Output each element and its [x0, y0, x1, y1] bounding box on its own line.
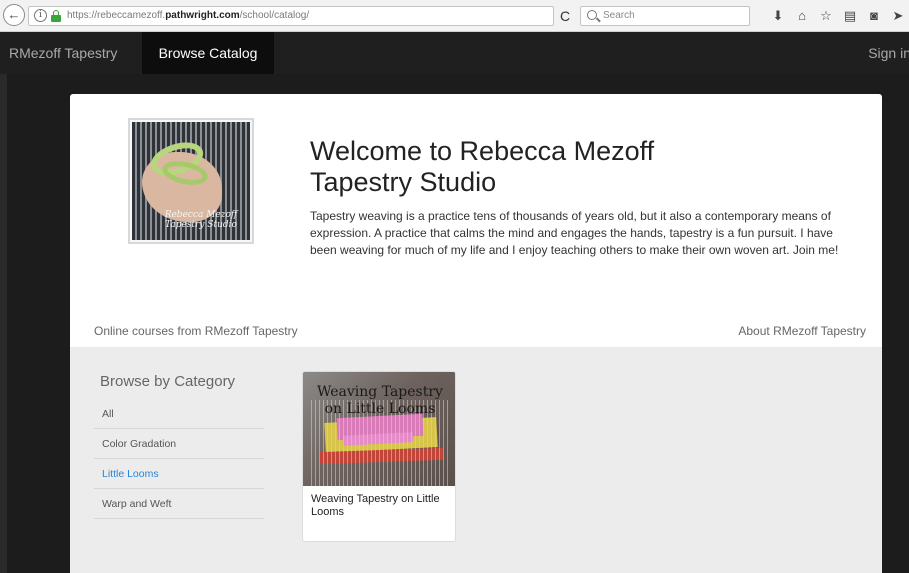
url-prefix: https://rebeccamezoff. — [67, 10, 166, 21]
category-color-gradation[interactable]: Color Gradation — [94, 429, 264, 459]
home-icon[interactable]: ⌂ — [794, 7, 810, 25]
category-little-looms[interactable]: Little Looms — [94, 459, 264, 489]
browser-search-input[interactable]: Search — [580, 6, 750, 26]
school-logo: Rebecca Mezoff Tapestry Studio — [128, 118, 254, 244]
category-all[interactable]: All — [94, 399, 264, 429]
pocket-icon[interactable]: ◙ — [866, 7, 882, 25]
reload-icon[interactable]: C — [557, 7, 573, 25]
lock-icon — [51, 10, 61, 22]
sign-in-link[interactable]: Sign in — [868, 32, 909, 74]
search-icon — [587, 10, 597, 20]
school-card: Rebecca Mezoff Tapestry Studio Welcome t… — [70, 94, 882, 573]
bookmark-star-icon[interactable]: ☆ — [818, 7, 834, 25]
address-bar[interactable]: i https://rebeccamezoff.pathwright.com/s… — [28, 6, 554, 26]
category-heading: Browse by Category — [100, 373, 236, 390]
site-navbar: RMezoff Tapestry Browse Catalog Sign in — [0, 32, 909, 74]
tab-browse-catalog-label: Browse Catalog — [158, 45, 258, 61]
reader-view-icon[interactable]: ▤ — [842, 7, 858, 25]
left-edge-strip — [0, 74, 7, 573]
logo-text: Rebecca Mezoff Tapestry Studio — [164, 210, 238, 230]
url-path: /school/catalog/ — [239, 10, 310, 21]
logo-image: Rebecca Mezoff Tapestry Studio — [132, 122, 250, 240]
url-text[interactable]: https://rebeccamezoff.pathwright.com/sch… — [67, 10, 309, 21]
about-link[interactable]: About RMezoff Tapestry — [738, 324, 866, 338]
tab-browse-catalog[interactable]: Browse Catalog — [142, 32, 274, 74]
page-title: Welcome to Rebecca Mezoff Tapestry Studi… — [310, 136, 655, 197]
intro-text: Tapestry weaving is a practice tens of t… — [310, 209, 839, 257]
catalog-section: Browse by Category All Color Gradation L… — [70, 347, 882, 573]
url-domain: pathwright.com — [165, 10, 240, 21]
brand-link[interactable]: RMezoff Tapestry — [9, 32, 117, 74]
category-warp-and-weft[interactable]: Warp and Weft — [94, 489, 264, 519]
send-icon[interactable]: ➤ — [890, 7, 906, 25]
download-icon[interactable]: ⬇ — [770, 7, 786, 25]
back-arrow-icon[interactable]: ← — [3, 4, 25, 26]
info-icon[interactable]: i — [34, 9, 47, 22]
courses-tagline: Online courses from RMezoff Tapestry — [94, 324, 298, 338]
search-placeholder: Search — [603, 10, 635, 21]
course-thumbnail-title: Weaving Tapestry on Little Looms — [317, 384, 443, 417]
browser-toolbar: ← i https://rebeccamezoff.pathwright.com… — [0, 0, 909, 32]
course-title[interactable]: Weaving Tapestry on Little Looms — [311, 493, 451, 519]
course-thumbnail[interactable]: Weaving Tapestry on Little Looms — [303, 372, 455, 486]
course-card[interactable]: Weaving Tapestry on Little Looms Weaving… — [302, 371, 456, 542]
